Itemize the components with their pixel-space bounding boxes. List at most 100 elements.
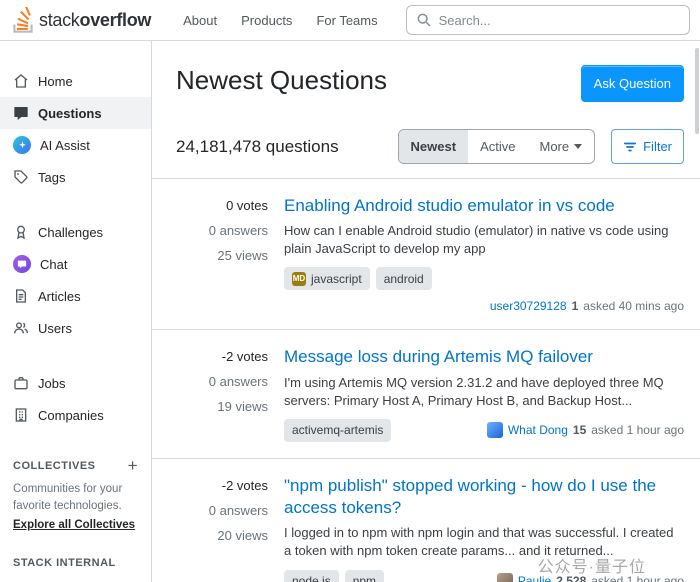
sidebar-item-label: Jobs — [38, 376, 65, 391]
question-meta: What Dong 15 asked 1 hour ago — [487, 422, 684, 438]
user-reputation: 15 — [573, 423, 586, 437]
tab-active[interactable]: Active — [468, 130, 527, 163]
collectives-description: Communities for your favorite technologi… — [0, 474, 151, 514]
tag-android[interactable]: android — [376, 267, 432, 290]
nav-about[interactable]: About — [171, 6, 229, 35]
building-icon — [13, 407, 29, 423]
top-nav: About Products For Teams — [171, 6, 389, 35]
sidebar-item-label: Users — [38, 321, 72, 336]
sidebar-item-label: Tags — [38, 170, 65, 185]
tags-icon — [13, 169, 29, 185]
user-link[interactable]: user30729128 — [490, 299, 567, 313]
home-icon — [13, 73, 29, 89]
collectives-header-row: COLLECTIVES + — [0, 457, 151, 474]
user-reputation: 1 — [572, 299, 579, 313]
sidebar-item-companies[interactable]: Companies — [0, 399, 151, 431]
nav-products[interactable]: Products — [229, 6, 304, 35]
view-count: 20 views — [217, 528, 268, 543]
scrollbar-thumb[interactable] — [695, 48, 699, 134]
sidebar-item-users[interactable]: Users — [0, 312, 151, 344]
sidebar-item-questions[interactable]: Questions — [0, 97, 151, 129]
sidebar-item-label: AI Assist — [40, 138, 90, 153]
asked-time: asked 1 hour ago — [591, 423, 684, 437]
question-meta: user30729128 1 asked 40 mins ago — [490, 299, 684, 313]
question-title-link[interactable]: "npm publish" stopped working - how do I… — [284, 475, 684, 519]
tab-more[interactable]: More — [527, 130, 594, 163]
filter-icon — [623, 140, 637, 154]
stackoverflow-logo-icon — [12, 7, 34, 33]
avatar[interactable] — [497, 573, 513, 582]
sidebar-item-label: Companies — [38, 408, 104, 423]
tag-javascript[interactable]: MD javascript — [284, 267, 370, 290]
challenges-icon — [13, 224, 29, 240]
search-input[interactable] — [439, 13, 680, 28]
question-row: -2 votes 0 answers 20 views "npm publish… — [152, 459, 700, 582]
tag-list: activemq-artemis — [284, 419, 391, 442]
sidebar-item-jobs[interactable]: Jobs — [0, 367, 151, 399]
view-count: 19 views — [217, 399, 268, 414]
vote-count: -2 votes — [222, 478, 268, 493]
sidebar-item-tags[interactable]: Tags — [0, 161, 151, 193]
page-title: Newest Questions — [176, 65, 387, 96]
explore-collectives-link[interactable]: Explore all Collectives — [0, 514, 151, 531]
user-link[interactable]: Paulie — [518, 574, 551, 582]
logo-wordmark: stackoverflow — [39, 10, 151, 31]
answer-count: 0 answers — [209, 374, 268, 389]
collectives-header: COLLECTIVES — [13, 460, 96, 472]
question-excerpt: I'm using Artemis MQ version 2.31.2 and … — [284, 374, 684, 410]
collective-badge-icon: MD — [292, 272, 306, 286]
sidebar-item-label: Chat — [40, 257, 67, 272]
question-list: 0 votes 0 answers 25 views Enabling Andr… — [152, 178, 700, 582]
stackoverflow-logo[interactable]: stackoverflow — [8, 5, 155, 35]
sidebar-item-label: Home — [38, 74, 73, 89]
articles-icon — [13, 288, 29, 304]
answer-count: 0 answers — [209, 223, 268, 238]
user-link[interactable]: What Dong — [508, 423, 568, 437]
search-box[interactable] — [406, 5, 690, 35]
sidebar-item-chat[interactable]: Chat — [0, 248, 151, 280]
question-stats: -2 votes 0 answers 20 views — [152, 475, 268, 582]
question-title-link[interactable]: Enabling Android studio emulator in vs c… — [284, 195, 684, 217]
sidebar-item-home[interactable]: Home — [0, 65, 151, 97]
top-bar: stackoverflow About Products For Teams — [0, 0, 700, 41]
left-sidebar: Home Questions AI Assist Tags — [0, 41, 152, 582]
view-count: 25 views — [217, 248, 268, 263]
add-collective-button[interactable]: + — [128, 457, 138, 474]
asked-time: asked 1 hour ago — [591, 574, 684, 582]
sidebar-item-label: Articles — [38, 289, 81, 304]
sidebar-item-articles[interactable]: Articles — [0, 280, 151, 312]
chat-icon — [13, 255, 31, 273]
sidebar-item-ai-assist[interactable]: AI Assist — [0, 129, 151, 161]
sort-tab-group: Newest Active More — [398, 129, 596, 164]
user-reputation: 2,528 — [556, 574, 586, 582]
vote-count: 0 votes — [226, 198, 268, 213]
question-meta: Paulie 2,528 asked 1 hour ago — [497, 573, 684, 582]
search-icon — [416, 12, 432, 28]
filter-button[interactable]: Filter — [611, 129, 684, 164]
tag-npm[interactable]: npm — [345, 570, 384, 582]
question-excerpt: I logged in to npm with npm login and th… — [284, 524, 684, 560]
question-count: 24,181,478 questions — [176, 137, 339, 157]
main-content: Newest Questions Ask Question 24,181,478… — [152, 41, 700, 582]
question-stats: -2 votes 0 answers 19 views — [152, 346, 268, 441]
briefcase-icon — [13, 375, 29, 391]
nav-for-teams[interactable]: For Teams — [304, 6, 389, 35]
sidebar-item-label: Questions — [38, 106, 102, 121]
tag-nodejs[interactable]: node.js — [284, 570, 339, 582]
question-row: 0 votes 0 answers 25 views Enabling Andr… — [152, 179, 700, 330]
avatar[interactable] — [487, 422, 503, 438]
stack-internal-header: STACK INTERNAL — [13, 557, 116, 569]
chevron-down-icon — [574, 144, 582, 149]
tag-list: MD javascript android — [284, 267, 684, 290]
question-stats: 0 votes 0 answers 25 views — [152, 195, 268, 313]
vote-count: -2 votes — [222, 349, 268, 364]
sidebar-item-challenges[interactable]: Challenges — [0, 216, 151, 248]
tag-activemq-artemis[interactable]: activemq-artemis — [284, 419, 391, 442]
questions-icon — [13, 105, 29, 121]
tag-list: node.js npm — [284, 570, 384, 582]
asked-time: asked 40 mins ago — [583, 299, 684, 313]
tab-newest[interactable]: Newest — [399, 130, 469, 163]
question-title-link[interactable]: Message loss during Artemis MQ failover — [284, 346, 684, 368]
ask-question-button[interactable]: Ask Question — [581, 65, 684, 102]
question-row: -2 votes 0 answers 19 views Message loss… — [152, 330, 700, 458]
